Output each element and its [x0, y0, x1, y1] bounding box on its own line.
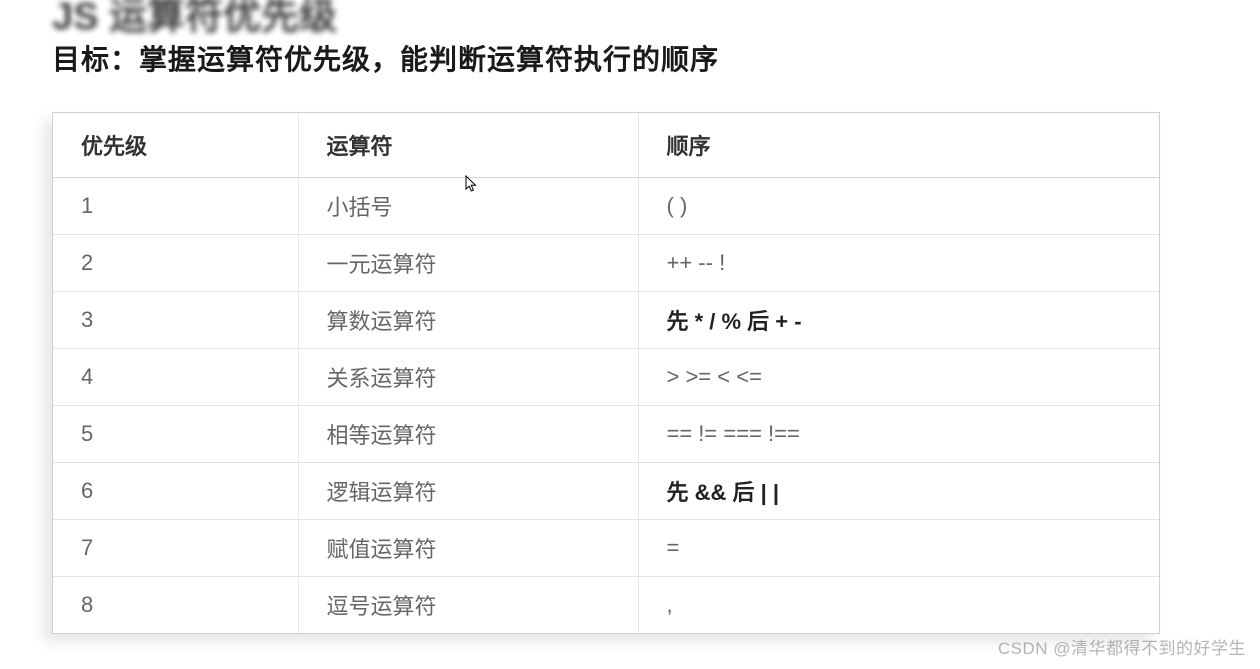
cell-order: ++ -- ! — [638, 235, 1159, 292]
cell-order: 先 * / % 后 + - — [638, 292, 1159, 349]
col-header-priority: 优先级 — [53, 113, 298, 178]
goal-text: 目标：掌握运算符优先级，能判断运算符执行的顺序 — [52, 38, 719, 78]
cell-priority: 2 — [53, 235, 298, 292]
cell-order: ( ) — [638, 178, 1159, 235]
cell-operator: 逻辑运算符 — [298, 463, 638, 520]
page-title: JS 运算符优先级 — [52, 0, 337, 40]
cell-operator: 逗号运算符 — [298, 577, 638, 634]
cell-order: == != === !== — [638, 406, 1159, 463]
cell-priority: 7 — [53, 520, 298, 577]
table-row: 2一元运算符++ -- ! — [53, 235, 1159, 292]
cell-priority: 3 — [53, 292, 298, 349]
cell-operator: 相等运算符 — [298, 406, 638, 463]
table-row: 3算数运算符先 * / % 后 + - — [53, 292, 1159, 349]
cell-order: > >= < <= — [638, 349, 1159, 406]
cell-priority: 5 — [53, 406, 298, 463]
table-row: 4关系运算符> >= < <= — [53, 349, 1159, 406]
precedence-table: 优先级 运算符 顺序 1小括号 ( )2一元运算符++ -- !3算数运算符先 … — [53, 113, 1159, 633]
cell-order: , — [638, 577, 1159, 634]
cell-operator: 算数运算符 — [298, 292, 638, 349]
table-row: 1小括号 ( ) — [53, 178, 1159, 235]
col-header-order: 顺序 — [638, 113, 1159, 178]
table-row: 8逗号运算符, — [53, 577, 1159, 634]
precedence-table-card: 优先级 运算符 顺序 1小括号 ( )2一元运算符++ -- !3算数运算符先 … — [52, 112, 1160, 634]
cell-operator: 小括号 — [298, 178, 638, 235]
table-row: 5相等运算符== != === !== — [53, 406, 1159, 463]
watermark: CSDN @清华都得不到的好学生 — [998, 634, 1246, 659]
col-header-operator: 运算符 — [298, 113, 638, 178]
cell-priority: 6 — [53, 463, 298, 520]
cell-operator: 关系运算符 — [298, 349, 638, 406]
cell-order: = — [638, 520, 1159, 577]
cell-operator: 一元运算符 — [298, 235, 638, 292]
cell-priority: 4 — [53, 349, 298, 406]
cell-operator: 赋值运算符 — [298, 520, 638, 577]
cell-order: 先 && 后 | | — [638, 463, 1159, 520]
cell-priority: 1 — [53, 178, 298, 235]
table-row: 6逻辑运算符先 && 后 | | — [53, 463, 1159, 520]
table-header-row: 优先级 运算符 顺序 — [53, 113, 1159, 178]
table-row: 7赋值运算符= — [53, 520, 1159, 577]
cell-priority: 8 — [53, 577, 298, 634]
